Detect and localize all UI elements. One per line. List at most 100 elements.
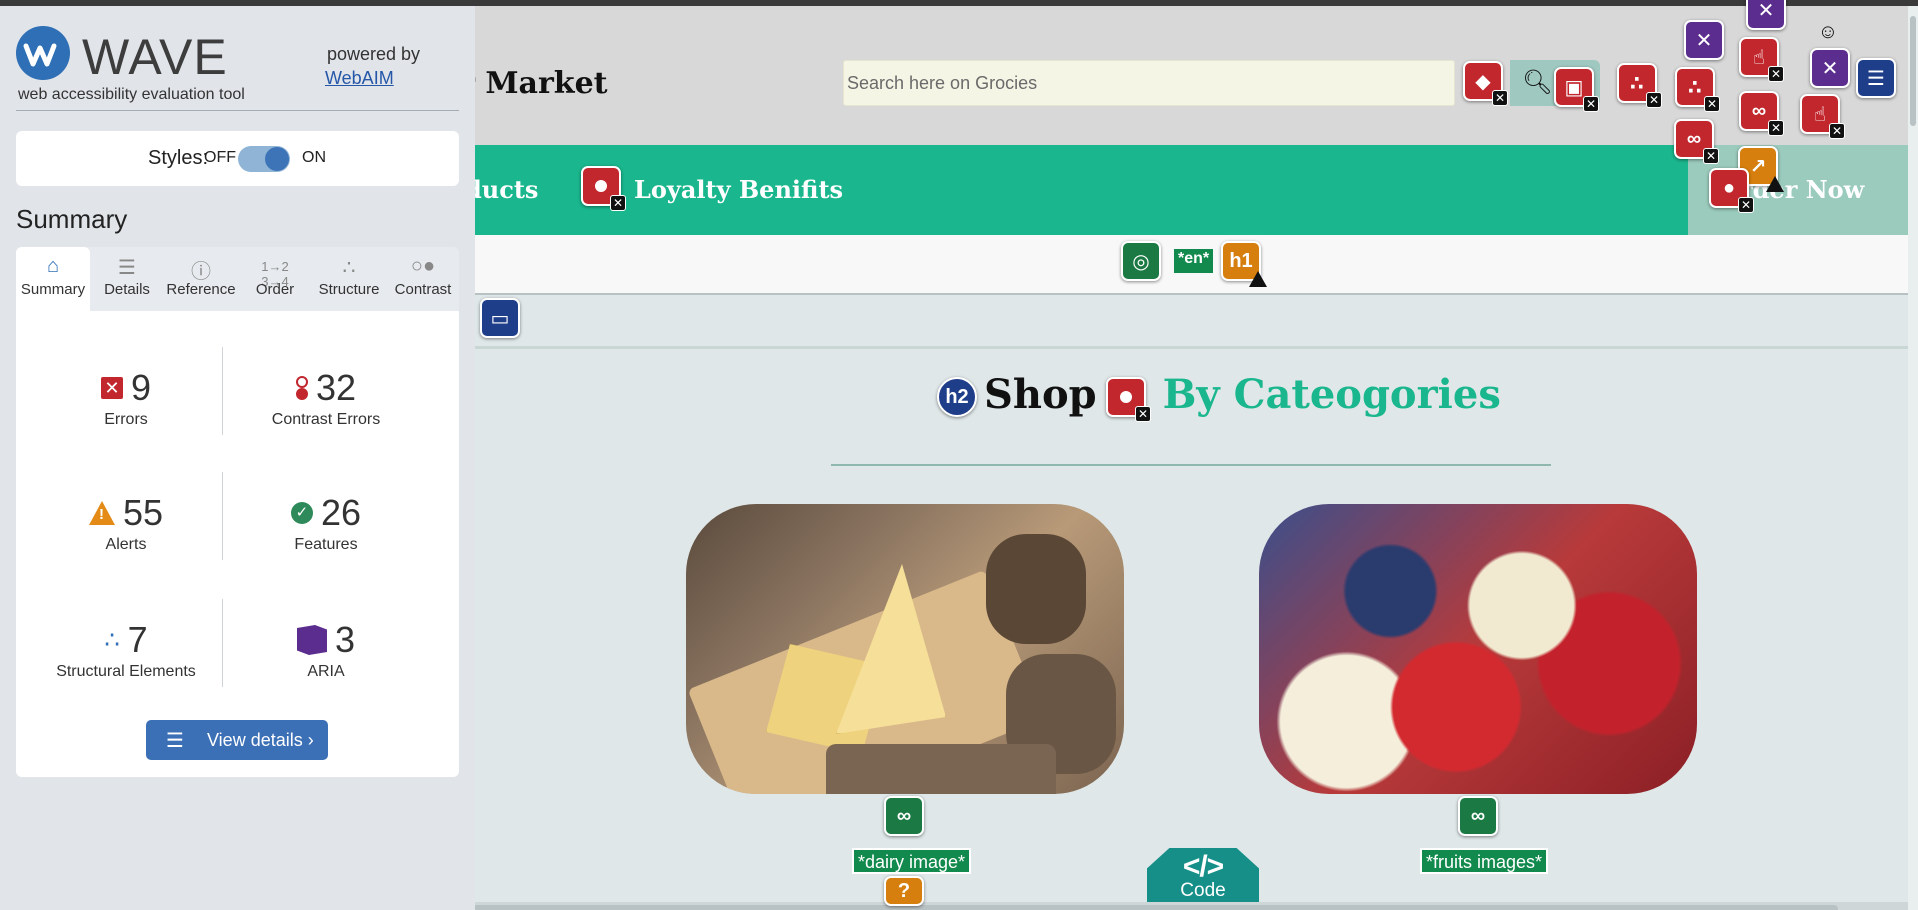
info-icon: ⓘ	[191, 261, 211, 283]
wave-contrast-icon[interactable]: ∴ ✕	[1675, 67, 1720, 112]
link-icon: ∞	[1751, 99, 1767, 122]
stat-errors[interactable]: ✕ 9 Errors	[26, 367, 226, 429]
view-details-button[interactable]: ☰ View details ›	[146, 720, 328, 760]
contrast-errors-count: 32	[315, 367, 357, 408]
nav-item-products[interactable]: ducts	[465, 175, 538, 204]
bread-slice	[986, 534, 1086, 644]
nav-item-loyalty[interactable]: Loyalty Benifits	[634, 175, 843, 204]
wave-aria-icon[interactable]: ✕	[1746, 0, 1786, 30]
tag-icon: ◆	[1475, 70, 1491, 93]
code-tab-label: Code	[1180, 880, 1226, 901]
wave-structure-icon[interactable]: h2	[937, 377, 977, 417]
stat-structural[interactable]: ∴ 7 Structural Elements	[26, 619, 226, 681]
view-details-label: View details ›	[207, 730, 314, 750]
contrast-icon	[595, 180, 607, 192]
tab-order[interactable]: 1→2 3→4 Order	[238, 247, 312, 311]
wave-contrast-icon[interactable]: ✕	[581, 166, 626, 211]
structure-icon: ∴	[104, 626, 120, 654]
vertical-scroll-thumb[interactable]	[1910, 16, 1916, 126]
tab-details[interactable]: ☰ Details	[90, 247, 164, 311]
wave-error-icon[interactable]: ∞ ✕	[1739, 91, 1784, 136]
wave-feature-icon[interactable]: ◎	[1121, 241, 1161, 281]
wave-error-icon[interactable]: ◆ ✕	[1463, 61, 1508, 106]
features-label: Features	[294, 536, 358, 553]
link-icon: ∞	[1686, 127, 1702, 150]
wave-error-icon[interactable]: ∞ ✕	[1674, 119, 1719, 164]
stat-contrast-errors[interactable]: 32 Contrast Errors	[226, 367, 426, 429]
wave-subtitle: web accessibility evaluation tool	[18, 86, 245, 103]
dairy-category-image[interactable]	[686, 504, 1124, 794]
wave-aria-icon[interactable]: ✕	[1810, 48, 1850, 88]
stat-alerts[interactable]: 55 Alerts	[26, 492, 226, 554]
wave-error-icon[interactable]: ☝ ✕	[1739, 37, 1784, 82]
close-bubble-icon: ✕	[1695, 29, 1713, 52]
wave-title: WAVE	[82, 29, 228, 85]
wave-aria-icon[interactable]: ✕	[1684, 20, 1724, 60]
fruits-category-image[interactable]	[1259, 504, 1697, 794]
stat-divider	[222, 599, 223, 687]
stat-aria[interactable]: 3 ARIA	[226, 619, 426, 681]
wave-alert-icon[interactable]: ?	[884, 876, 924, 906]
alerts-count: 55	[122, 492, 164, 533]
stat-features[interactable]: ✓ 26 Features	[226, 492, 426, 554]
wave-error-icon[interactable]: ☝ ✕	[1800, 94, 1845, 139]
order-icon: 1→2 3→4	[261, 259, 289, 289]
wave-alert-icon[interactable]: h1	[1221, 241, 1267, 287]
alerts-label: Alerts	[105, 536, 147, 553]
tab-contrast[interactable]: ○● Contrast	[386, 247, 460, 311]
linked-image-icon: ∞	[896, 804, 912, 827]
stat-divider	[222, 472, 223, 560]
site-search-input[interactable]	[843, 60, 1455, 106]
styles-toggle[interactable]	[238, 146, 290, 172]
wave-structure-icon[interactable]: ▭	[480, 298, 520, 338]
error-icon: ✕	[100, 377, 123, 399]
feature-icon: ✓	[290, 502, 313, 524]
summary-heading: Summary	[16, 204, 128, 234]
wave-contrast-icon[interactable]: ✕	[1106, 377, 1151, 422]
wave-contrast-icon[interactable]: ● ✕	[1709, 168, 1754, 213]
contrast-icon: ∴	[1630, 72, 1644, 95]
list-icon: ☰	[118, 257, 136, 279]
contrast-icon: ○●	[410, 255, 436, 277]
question-icon: ?	[897, 879, 911, 902]
webaim-link[interactable]: WebAIM	[325, 68, 394, 89]
wave-structure-icon[interactable]: ☰	[1856, 58, 1896, 98]
redirect-icon: ↗	[1749, 155, 1767, 178]
image-icon: ▣	[1564, 76, 1584, 99]
stat-divider	[222, 347, 223, 435]
styles-off-label: OFF	[204, 149, 236, 166]
wave-sidebar: WAVE web accessibility evaluation tool p…	[0, 6, 475, 910]
heading-rule	[831, 464, 1551, 466]
list-icon: ☰	[166, 730, 184, 752]
structural-label: Structural Elements	[56, 663, 196, 680]
wave-logo-icon	[16, 26, 70, 80]
tab-structure[interactable]: ∴ Structure	[312, 247, 386, 311]
aria-label: ARIA	[307, 663, 345, 680]
wave-feature-icon[interactable]: ∞	[884, 796, 924, 836]
alert-icon	[88, 501, 115, 525]
region-icon: ▭	[490, 307, 510, 330]
contrast-icon	[1120, 391, 1132, 403]
shop-heading-word1: Shop	[984, 371, 1097, 418]
person-icon: ☺	[1817, 20, 1839, 43]
tab-summary[interactable]: ⌂ Summary	[16, 247, 90, 311]
globe-icon: ◎	[1132, 250, 1150, 273]
wave-contrast-icon[interactable]: ∴ ✕	[1617, 63, 1662, 108]
summary-panel: ⌂ Summary ☰ Details ⓘ Reference 1→2 3→4 Order…	[16, 247, 459, 777]
close-bubble-icon: ✕	[1821, 57, 1839, 80]
code-panel-toggle[interactable]: </> Code	[1147, 848, 1259, 910]
linked-image-icon: ∞	[1470, 804, 1486, 827]
toggle-knob	[265, 147, 289, 171]
styles-on-label: ON	[302, 149, 326, 166]
pointer-icon: ☝	[1752, 46, 1766, 69]
wave-error-icon[interactable]: ▣ ✕	[1554, 67, 1599, 112]
home-icon: ⌂	[46, 255, 60, 277]
wave-feature-icon[interactable]: ∞	[1458, 796, 1498, 836]
vertical-scrollbar[interactable]	[1908, 6, 1918, 910]
contrast-errors-label: Contrast Errors	[271, 411, 381, 428]
tab-reference[interactable]: ⓘ Reference	[164, 247, 238, 311]
errors-count: 9	[130, 367, 152, 408]
close-bubble-icon: ✕	[1757, 0, 1775, 22]
shop-heading: Shop By Cateogories	[984, 371, 1501, 418]
code-icon: </>	[1182, 850, 1224, 883]
